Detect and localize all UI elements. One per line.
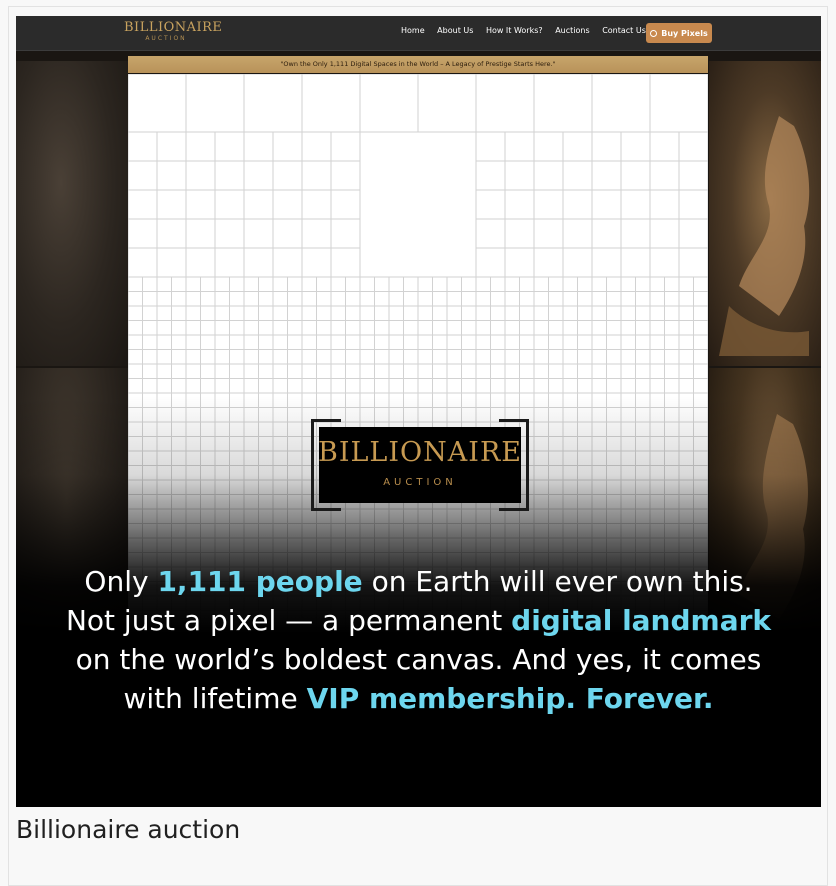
caption-highlight-3: VIP membership. Forever. (306, 682, 714, 715)
buy-pixels-label: Buy Pixels (661, 28, 708, 38)
logo-sub: AUCTION (383, 477, 457, 488)
buy-pixels-button[interactable]: Buy Pixels (646, 23, 712, 43)
nav-about[interactable]: About Us (437, 26, 473, 35)
top-navbar: BILLIONAIRE AUCTION Home About Us How It… (16, 16, 821, 51)
center-logo: BILLIONAIRE AUCTION (311, 419, 529, 511)
caption-text-1: Only (84, 565, 158, 598)
screenshot: BILLIONAIRE AUCTION Home About Us How It… (16, 16, 821, 807)
logo-main: BILLIONAIRE (318, 437, 522, 468)
nav-contact[interactable]: Contact Us (602, 26, 646, 35)
brand-logo[interactable]: BILLIONAIRE AUCTION (124, 20, 223, 45)
caption-highlight-2: digital landmark (511, 604, 772, 637)
nav-how-it-works[interactable]: How It Works? (486, 26, 543, 35)
promo-caption: Only 1,111 people on Earth will ever own… (56, 562, 781, 718)
brand-main: BILLIONAIRE (124, 20, 223, 35)
nav-auctions[interactable]: Auctions (555, 26, 589, 35)
brand-sub: AUCTION (145, 35, 187, 42)
nav-home[interactable]: Home (401, 26, 425, 35)
coin-icon (650, 29, 658, 37)
tagline-ribbon: "Own the Only 1,111 Digital Spaces in th… (128, 56, 708, 73)
figure-caption: Billionaire auction (16, 815, 241, 844)
nav-menu: Home About Us How It Works? Auctions Con… (401, 26, 656, 35)
caption-highlight-1: 1,111 people (157, 565, 363, 598)
